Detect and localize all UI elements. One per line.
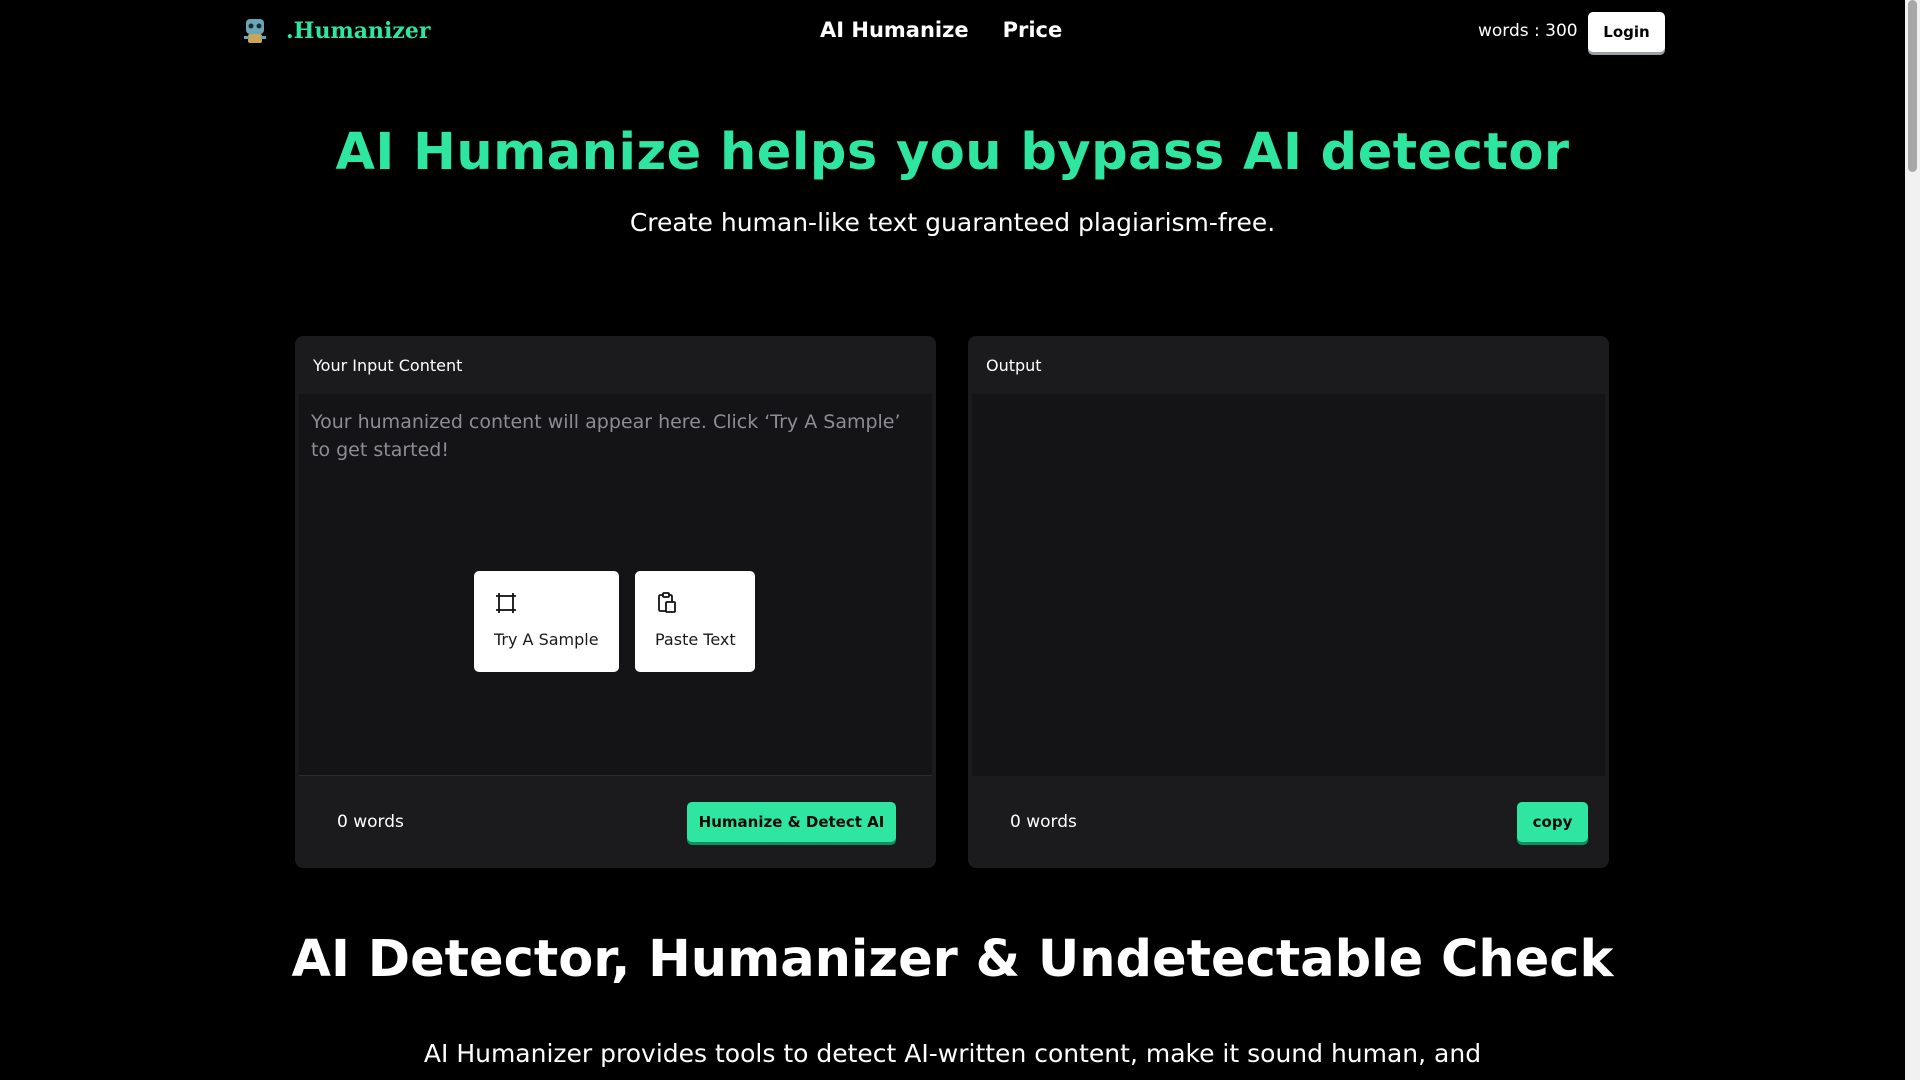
- copy-button[interactable]: copy: [1517, 802, 1588, 842]
- input-panel: Your Input Content Your humanized conten…: [295, 336, 936, 868]
- output-panel: Output 0 words copy: [968, 336, 1609, 868]
- humanize-detect-button[interactable]: Humanize & Detect AI: [687, 802, 896, 842]
- section-description: AI Humanizer provides tools to detect AI…: [423, 1039, 1482, 1068]
- logo-text: .Humanizer: [286, 18, 431, 44]
- output-area[interactable]: [972, 394, 1605, 776]
- login-button[interactable]: Login: [1588, 12, 1665, 52]
- section-title: AI Detector, Humanizer & Undetectable Ch…: [291, 930, 1614, 989]
- input-placeholder: Your humanized content will appear here.…: [311, 411, 901, 461]
- clipboard-paste-icon: [658, 592, 676, 613]
- page: .Humanizer AI Humanize Price words : 300…: [0, 0, 1920, 1080]
- output-word-count: 0 words: [1010, 812, 1077, 832]
- top-header: .Humanizer AI Humanize Price words : 300…: [0, 0, 1905, 64]
- paste-text-label: Paste Text: [655, 630, 736, 649]
- input-panel-title: Your Input Content: [313, 356, 463, 375]
- frame-select-icon: [496, 593, 516, 613]
- hero-subtitle: Create human-like text guaranteed plagia…: [629, 208, 1276, 237]
- paste-text-button[interactable]: Paste Text: [635, 571, 755, 672]
- input-textarea[interactable]: Your humanized content will appear here.…: [299, 394, 932, 776]
- robot-logo-icon: [244, 19, 266, 43]
- nav-ai-humanize[interactable]: AI Humanize: [820, 18, 969, 42]
- output-panel-title: Output: [986, 356, 1042, 375]
- hero-title: AI Humanize helps you bypass AI detector: [335, 123, 1570, 182]
- try-sample-label: Try A Sample: [494, 630, 599, 649]
- main-nav: AI Humanize Price: [820, 18, 1062, 42]
- logo[interactable]: .Humanizer: [240, 16, 430, 46]
- page-scrollbar[interactable]: [1905, 0, 1920, 1080]
- words-remaining: words : 300: [1478, 21, 1578, 41]
- input-word-count: 0 words: [337, 812, 404, 832]
- nav-price[interactable]: Price: [1003, 18, 1063, 42]
- try-sample-button[interactable]: Try A Sample: [474, 571, 619, 672]
- scrollbar-thumb[interactable]: [1908, 0, 1917, 172]
